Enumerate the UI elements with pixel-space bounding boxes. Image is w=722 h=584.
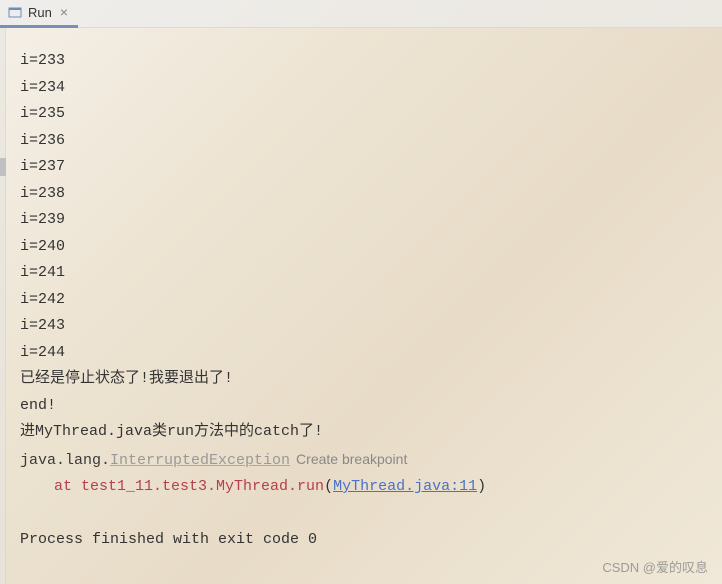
output-line: i=241 (20, 260, 718, 287)
output-line: i=233 (20, 48, 718, 75)
stack-location: test1_11.test3.MyThread.run (81, 478, 324, 495)
output-line: i=240 (20, 234, 718, 261)
gutter (0, 28, 6, 584)
output-line: end! (20, 393, 718, 420)
output-line: i=237 (20, 154, 718, 181)
exception-line: java.lang.InterruptedException Create bre… (20, 446, 718, 475)
console-output: i=233 i=234 i=235 i=236 i=237 i=238 i=23… (0, 28, 722, 584)
paren-open: ( (324, 478, 333, 495)
process-exit-line: Process finished with exit code 0 (20, 527, 718, 554)
output-line: i=235 (20, 101, 718, 128)
exception-class-link[interactable]: InterruptedException (110, 452, 290, 469)
output-line: i=236 (20, 128, 718, 155)
output-line: i=239 (20, 207, 718, 234)
output-line: i=243 (20, 313, 718, 340)
stack-at-text: at (54, 478, 81, 495)
output-line: i=244 (20, 340, 718, 367)
output-line: 已经是停止状态了!我要退出了! (20, 366, 718, 393)
tab-bar: Run × (0, 0, 722, 28)
output-line: i=238 (20, 181, 718, 208)
exception-prefix: java.lang. (20, 452, 110, 469)
close-icon[interactable]: × (58, 4, 70, 20)
file-link[interactable]: MyThread.java:11 (333, 478, 477, 495)
output-line: 进MyThread.java类run方法中的catch了! (20, 419, 718, 446)
gutter-mark (0, 158, 6, 176)
run-icon (8, 5, 22, 19)
stack-trace-line: at test1_11.test3.MyThread.run(MyThread.… (20, 474, 718, 501)
create-breakpoint-button[interactable]: Create breakpoint (296, 451, 407, 467)
tab-label: Run (28, 5, 52, 20)
output-line: i=242 (20, 287, 718, 314)
run-tab[interactable]: Run × (0, 0, 78, 28)
watermark: CSDN @爱的叹息 (602, 557, 708, 576)
output-line: i=234 (20, 75, 718, 102)
paren-close: ) (477, 478, 486, 495)
